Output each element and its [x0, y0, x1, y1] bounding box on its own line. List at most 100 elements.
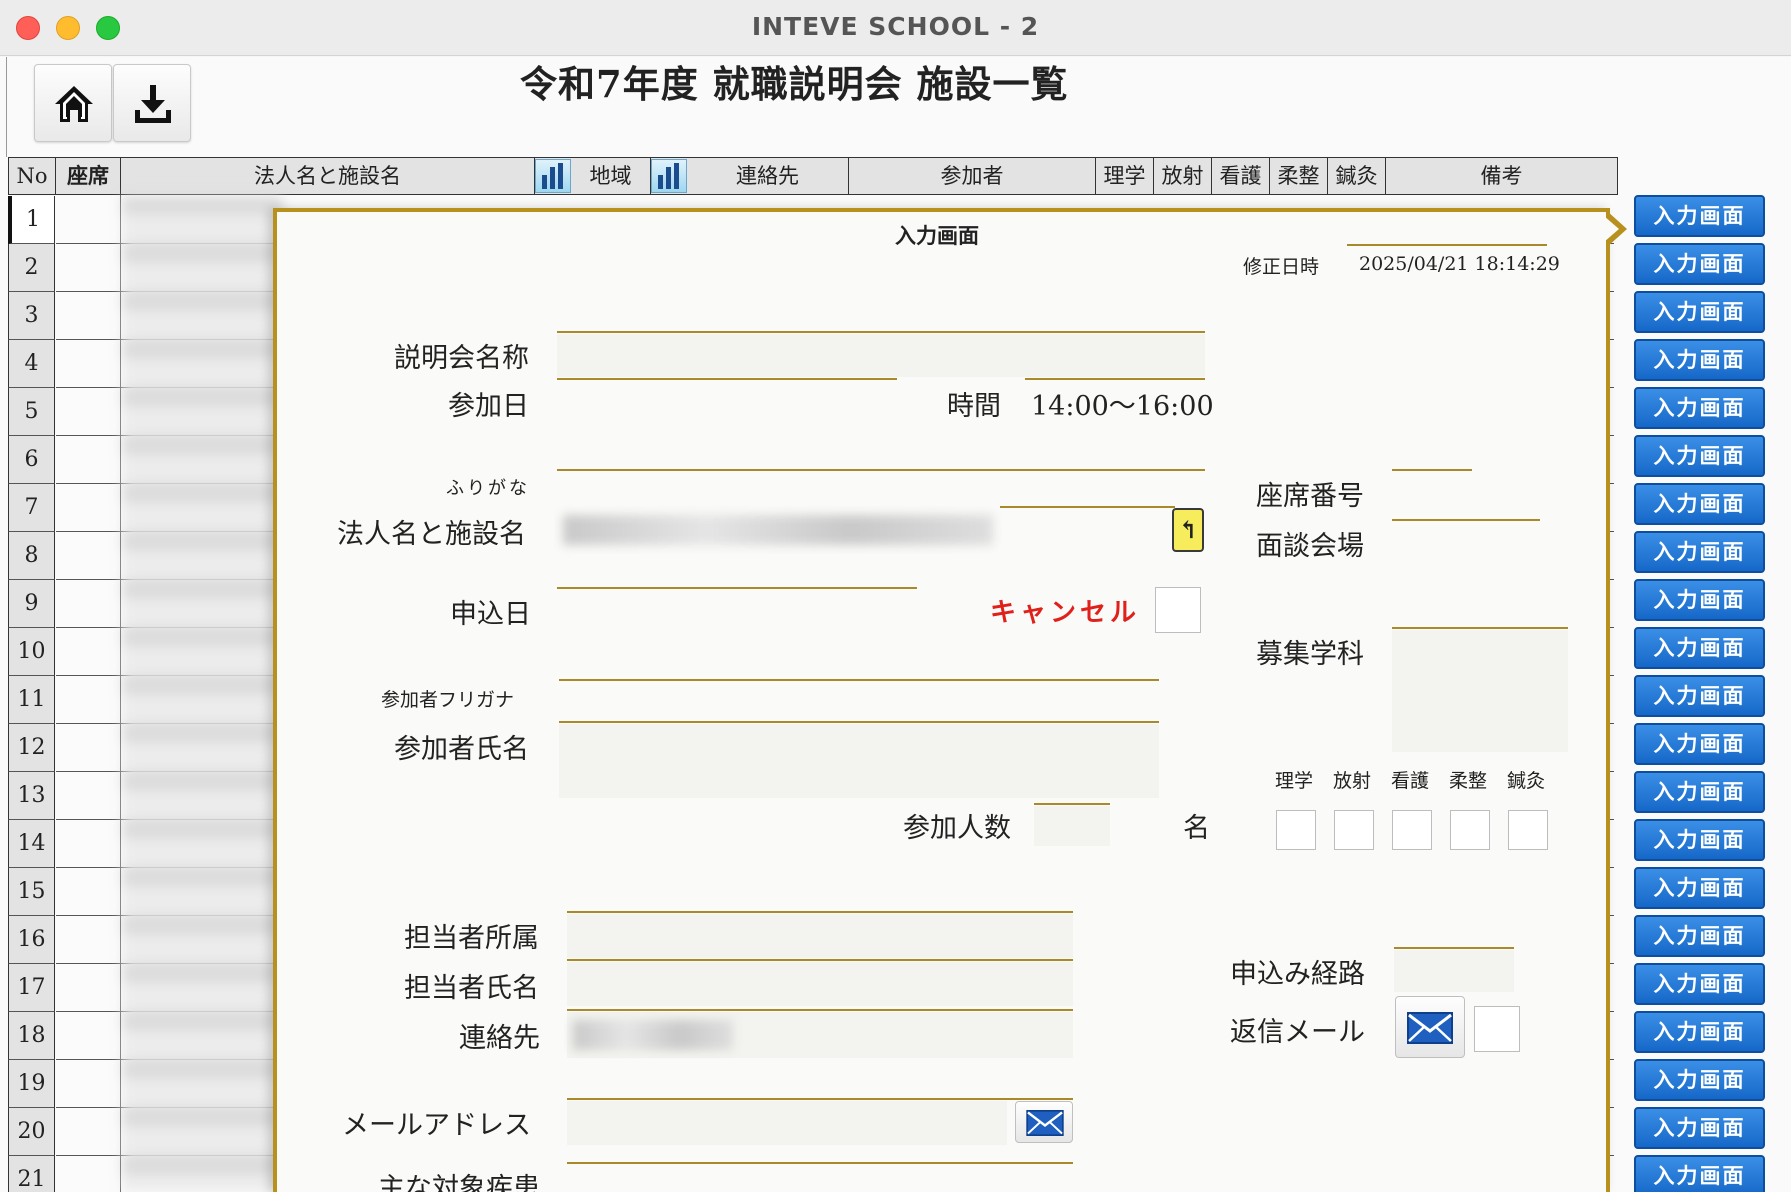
- row-number[interactable]: 11: [8, 676, 55, 724]
- seat-no-label: 座席番号: [1256, 481, 1364, 512]
- open-input-screen-button[interactable]: 入力画面: [1634, 1107, 1765, 1149]
- row-number[interactable]: 3: [8, 292, 55, 340]
- open-input-screen-button[interactable]: 入力画面: [1634, 1059, 1765, 1101]
- row-number[interactable]: 12: [8, 724, 55, 772]
- dept-check-label-0: 理学: [1275, 770, 1314, 792]
- attendee-count-unit: 名: [1183, 813, 1210, 844]
- email-send-button[interactable]: [1015, 1101, 1073, 1143]
- session-name-field[interactable]: [557, 334, 1205, 377]
- row-number[interactable]: 1: [8, 196, 55, 244]
- row-number[interactable]: 14: [8, 820, 55, 868]
- open-input-screen-button[interactable]: 入力画面: [1634, 435, 1765, 477]
- attendee-name-field[interactable]: [559, 724, 1159, 798]
- row-number[interactable]: 2: [8, 244, 55, 292]
- open-input-screen-button[interactable]: 入力画面: [1634, 483, 1765, 525]
- dept-underline: [1392, 627, 1568, 629]
- reply-mail-button[interactable]: [1395, 996, 1465, 1058]
- facility-underline: [1000, 506, 1175, 508]
- open-input-screen-button[interactable]: 入力画面: [1634, 1011, 1765, 1053]
- header-region[interactable]: 地域: [571, 157, 651, 195]
- header-seat[interactable]: 座席: [56, 157, 121, 195]
- row-number[interactable]: 19: [8, 1060, 55, 1108]
- attendee-count-field[interactable]: [1034, 806, 1110, 846]
- dept-label: 募集学科: [1256, 639, 1364, 670]
- dept-checkbox-kango[interactable]: [1392, 810, 1432, 850]
- reply-mail-checkbox[interactable]: [1474, 1006, 1520, 1052]
- session-name-label: 説明会名称: [394, 343, 529, 374]
- header-jusei[interactable]: 柔整: [1270, 157, 1328, 195]
- open-input-screen-button[interactable]: 入力画面: [1634, 819, 1765, 861]
- dept-checkbox-shinkyu[interactable]: [1508, 810, 1548, 850]
- header-contact[interactable]: 連絡先: [687, 157, 849, 195]
- left-edge: [6, 57, 7, 157]
- row-number[interactable]: 9: [8, 580, 55, 628]
- open-input-screen-button[interactable]: 入力画面: [1634, 531, 1765, 573]
- open-input-screen-button[interactable]: 入力画面: [1634, 195, 1765, 237]
- row-number[interactable]: 16: [8, 916, 55, 964]
- header-notes[interactable]: 備考: [1386, 157, 1618, 195]
- open-input-screen-button[interactable]: 入力画面: [1634, 243, 1765, 285]
- staff-name-field[interactable]: [567, 962, 1073, 1006]
- window-title: INTEVE SCHOOL - 2: [751, 12, 1040, 41]
- row-number[interactable]: 8: [8, 532, 55, 580]
- modified-value: 2025/04/21 18:14:29: [1359, 253, 1560, 275]
- venue-label: 面談会場: [1256, 531, 1364, 562]
- row-number[interactable]: 17: [8, 964, 55, 1012]
- open-input-screen-button[interactable]: 入力画面: [1634, 723, 1765, 765]
- header-rigaku[interactable]: 理学: [1096, 157, 1154, 195]
- header-kango[interactable]: 看護: [1212, 157, 1270, 195]
- row-number[interactable]: 15: [8, 868, 55, 916]
- open-input-screen-button[interactable]: 入力画面: [1634, 387, 1765, 429]
- dept-checkbox-jusei[interactable]: [1450, 810, 1490, 850]
- row-number[interactable]: 21: [8, 1156, 55, 1192]
- header-name[interactable]: 法人名と施設名: [121, 157, 535, 195]
- row-number[interactable]: 20: [8, 1108, 55, 1156]
- row-number[interactable]: 4: [8, 340, 55, 388]
- row-number[interactable]: 13: [8, 772, 55, 820]
- open-input-screen-button[interactable]: 入力画面: [1634, 291, 1765, 333]
- open-input-screen-button[interactable]: 入力画面: [1634, 867, 1765, 909]
- email-field[interactable]: [567, 1101, 1007, 1145]
- download-button[interactable]: [113, 64, 191, 142]
- download-icon: [135, 85, 171, 123]
- open-input-screen-button[interactable]: 入力画面: [1634, 579, 1765, 621]
- bar-chart-icon[interactable]: [535, 159, 571, 193]
- header-hosha[interactable]: 放射: [1154, 157, 1212, 195]
- return-arrow-icon[interactable]: ↰: [1172, 508, 1204, 552]
- row-number[interactable]: 18: [8, 1012, 55, 1060]
- staff-dept-field[interactable]: [567, 914, 1073, 958]
- bar-chart-icon[interactable]: [651, 159, 687, 193]
- attendee-kana-underline: [559, 721, 1159, 723]
- row-number[interactable]: 6: [8, 436, 55, 484]
- row-number[interactable]: 7: [8, 484, 55, 532]
- row-number[interactable]: 10: [8, 628, 55, 676]
- open-input-screen-button[interactable]: 入力画面: [1634, 675, 1765, 717]
- row-number[interactable]: 5: [8, 388, 55, 436]
- time-value[interactable]: 14:00〜16:00: [1031, 384, 1214, 423]
- dept-checkbox-hosha[interactable]: [1334, 810, 1374, 850]
- staff-dept-label: 担当者所属: [404, 923, 539, 954]
- main-disease-topline: [567, 1162, 1073, 1164]
- cancel-checkbox[interactable]: [1155, 587, 1201, 633]
- modified-label: 修正日時: [1243, 256, 1320, 278]
- dept-checkbox-rigaku[interactable]: [1276, 810, 1316, 850]
- facility-label: 法人名と施設名: [337, 519, 526, 550]
- open-input-screen-button[interactable]: 入力画面: [1634, 339, 1765, 381]
- dept-field[interactable]: [1392, 630, 1568, 752]
- open-input-screen-button[interactable]: 入力画面: [1634, 963, 1765, 1005]
- header-no[interactable]: No: [8, 157, 56, 195]
- open-input-screen-button[interactable]: 入力画面: [1634, 915, 1765, 957]
- mail-icon: [1026, 1110, 1064, 1136]
- modified-underline: [1347, 244, 1547, 246]
- contact-value: [573, 1020, 733, 1050]
- open-input-screen-button[interactable]: 入力画面: [1634, 771, 1765, 813]
- home-button[interactable]: [34, 64, 112, 142]
- route-field[interactable]: [1394, 950, 1514, 992]
- facility-name-value[interactable]: [563, 515, 993, 545]
- main-disease-label: 主な対象疾患: [378, 1173, 540, 1192]
- header-shinkyu[interactable]: 鍼灸: [1328, 157, 1386, 195]
- apply-date-label: 申込日: [450, 599, 531, 630]
- header-attendee[interactable]: 参加者: [849, 157, 1096, 195]
- open-input-screen-button[interactable]: 入力画面: [1634, 627, 1765, 669]
- open-input-screen-button[interactable]: 入力画面: [1634, 1155, 1765, 1192]
